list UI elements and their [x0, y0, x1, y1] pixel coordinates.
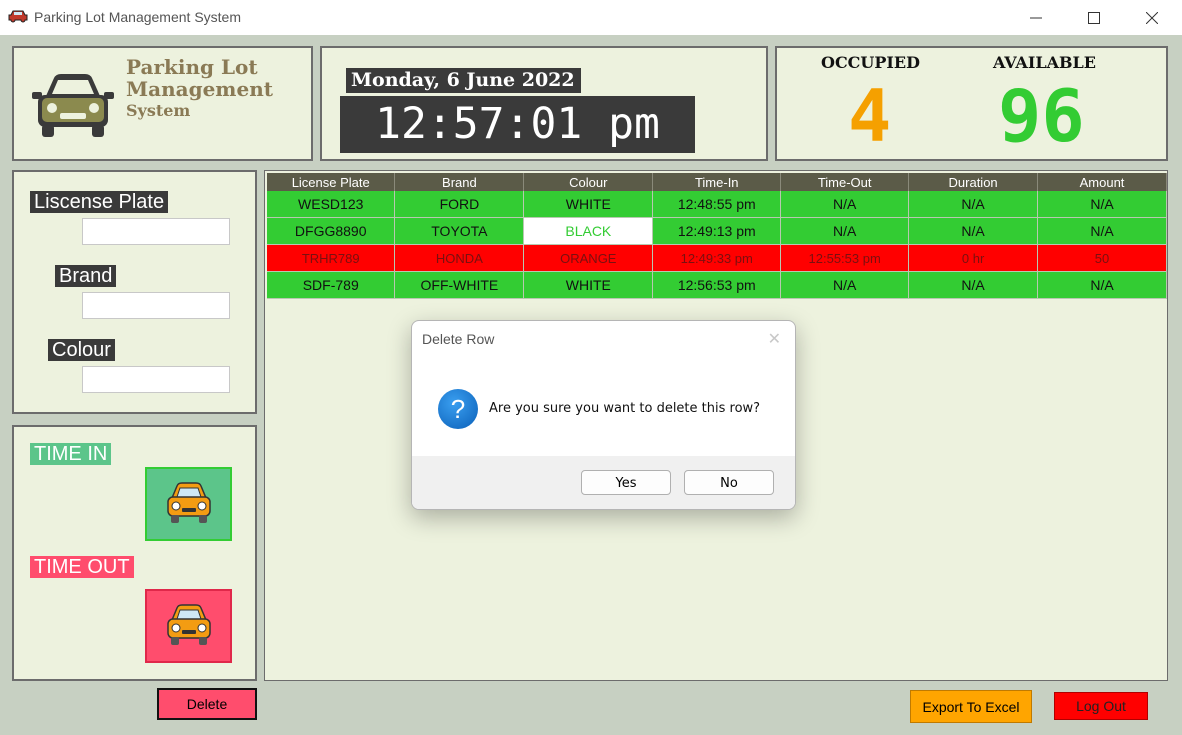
- column-header[interactable]: License Plate: [267, 173, 396, 191]
- app-logo-text: Parking Lot Management System: [126, 56, 273, 122]
- selected-table-cell[interactable]: BLACK: [523, 217, 654, 245]
- table-row[interactable]: WESD123 FORD WHITE 12:48:55 pm N/A N/A N…: [267, 191, 1167, 218]
- table-cell[interactable]: 12:49:33 pm: [652, 244, 782, 272]
- table-cell[interactable]: N/A: [1037, 271, 1167, 299]
- dialog-title: Delete Row: [422, 331, 495, 347]
- table-cell[interactable]: 12:56:53 pm: [652, 271, 782, 299]
- maximize-button[interactable]: [1065, 0, 1123, 35]
- time-out-button[interactable]: [145, 589, 232, 663]
- logo-line-1: Parking Lot: [126, 55, 258, 79]
- table-cell[interactable]: WHITE: [523, 191, 654, 218]
- window-title: Parking Lot Management System: [34, 9, 241, 25]
- table-cell[interactable]: DFGG8890: [267, 217, 396, 245]
- close-button[interactable]: [1123, 0, 1181, 35]
- table-cell[interactable]: N/A: [908, 271, 1039, 299]
- table-cell[interactable]: TOYOTA: [394, 217, 525, 245]
- dialog-close-icon[interactable]: ✕: [768, 329, 781, 349]
- logo-line-3: System: [126, 101, 191, 120]
- table-cell[interactable]: FORD: [394, 191, 525, 218]
- delete-button[interactable]: Delete: [157, 688, 257, 720]
- table-cell[interactable]: 12:55:53 pm: [780, 244, 910, 272]
- table-cell[interactable]: 12:48:55 pm: [652, 191, 782, 218]
- occupied-label: OCCUPIED: [821, 53, 920, 72]
- table-cell[interactable]: N/A: [780, 191, 910, 218]
- table-cell[interactable]: SDF-789: [267, 271, 396, 299]
- column-header[interactable]: Colour: [523, 173, 654, 191]
- minimize-button[interactable]: [1007, 0, 1065, 35]
- parking-records-table: License Plate Brand Colour Time-In Time-…: [267, 173, 1167, 299]
- colour-label: Colour: [48, 339, 115, 361]
- orange-car-icon: [162, 478, 216, 531]
- license-plate-label: Liscense Plate: [30, 191, 169, 213]
- question-icon: ?: [438, 389, 478, 429]
- yes-button[interactable]: Yes: [581, 470, 671, 495]
- column-header[interactable]: Amount: [1037, 173, 1167, 191]
- export-to-excel-button[interactable]: Export To Excel: [910, 690, 1032, 723]
- table-cell[interactable]: HONDA: [394, 244, 525, 272]
- table-row[interactable]: SDF-789 OFF-WHITE WHITE 12:56:53 pm N/A …: [267, 271, 1167, 299]
- time-in-label: TIME IN: [30, 443, 112, 465]
- table-cell[interactable]: 50: [1037, 244, 1167, 272]
- log-out-button[interactable]: Log Out: [1054, 692, 1148, 720]
- occupied-count: 4: [848, 74, 892, 158]
- table-row[interactable]: TRHR789 HONDA ORANGE 12:49:33 pm 12:55:5…: [267, 244, 1167, 272]
- current-time: 12:57:01 pm: [340, 96, 695, 153]
- current-date: Monday, 6 June 2022: [346, 68, 581, 93]
- table-cell[interactable]: N/A: [1037, 217, 1167, 245]
- no-button[interactable]: No: [684, 470, 774, 495]
- column-header[interactable]: Time-In: [652, 173, 782, 191]
- brand-input[interactable]: [82, 292, 230, 319]
- table-cell[interactable]: N/A: [908, 217, 1039, 245]
- colour-input[interactable]: [82, 366, 230, 393]
- available-count: 96: [998, 74, 1085, 158]
- table-cell[interactable]: TRHR789: [267, 244, 396, 272]
- table-row[interactable]: DFGG8890 TOYOTA BLACK 12:49:13 pm N/A N/…: [267, 217, 1167, 245]
- brand-label: Brand: [55, 265, 117, 287]
- column-header[interactable]: Brand: [394, 173, 525, 191]
- title-bar: Parking Lot Management System: [0, 0, 1182, 35]
- car-logo-icon: [30, 70, 116, 143]
- license-plate-input[interactable]: [82, 218, 230, 245]
- car-icon: [8, 8, 28, 29]
- orange-car-icon: [162, 600, 216, 653]
- table-cell[interactable]: N/A: [780, 271, 910, 299]
- table-cell[interactable]: 12:49:13 pm: [652, 217, 782, 245]
- table-cell[interactable]: 0 hr: [908, 244, 1039, 272]
- column-header[interactable]: Duration: [908, 173, 1039, 191]
- table-cell[interactable]: ORANGE: [523, 244, 654, 272]
- table-cell[interactable]: N/A: [1037, 191, 1167, 218]
- column-header[interactable]: Time-Out: [780, 173, 910, 191]
- table-cell[interactable]: WHITE: [523, 271, 654, 299]
- table-cell[interactable]: OFF-WHITE: [394, 271, 525, 299]
- table-cell[interactable]: N/A: [780, 217, 910, 245]
- delete-row-dialog: Delete Row ✕ ? Are you sure you want to …: [411, 320, 796, 510]
- table-cell[interactable]: N/A: [908, 191, 1039, 218]
- table-cell[interactable]: WESD123: [267, 191, 396, 218]
- time-in-button[interactable]: [145, 467, 232, 541]
- dialog-message: Are you sure you want to delete this row…: [489, 401, 761, 416]
- logo-line-2: Management: [126, 77, 273, 101]
- table-header-row: License Plate Brand Colour Time-In Time-…: [267, 173, 1167, 191]
- time-out-label: TIME OUT: [30, 556, 134, 578]
- available-label: AVAILABLE: [993, 53, 1096, 72]
